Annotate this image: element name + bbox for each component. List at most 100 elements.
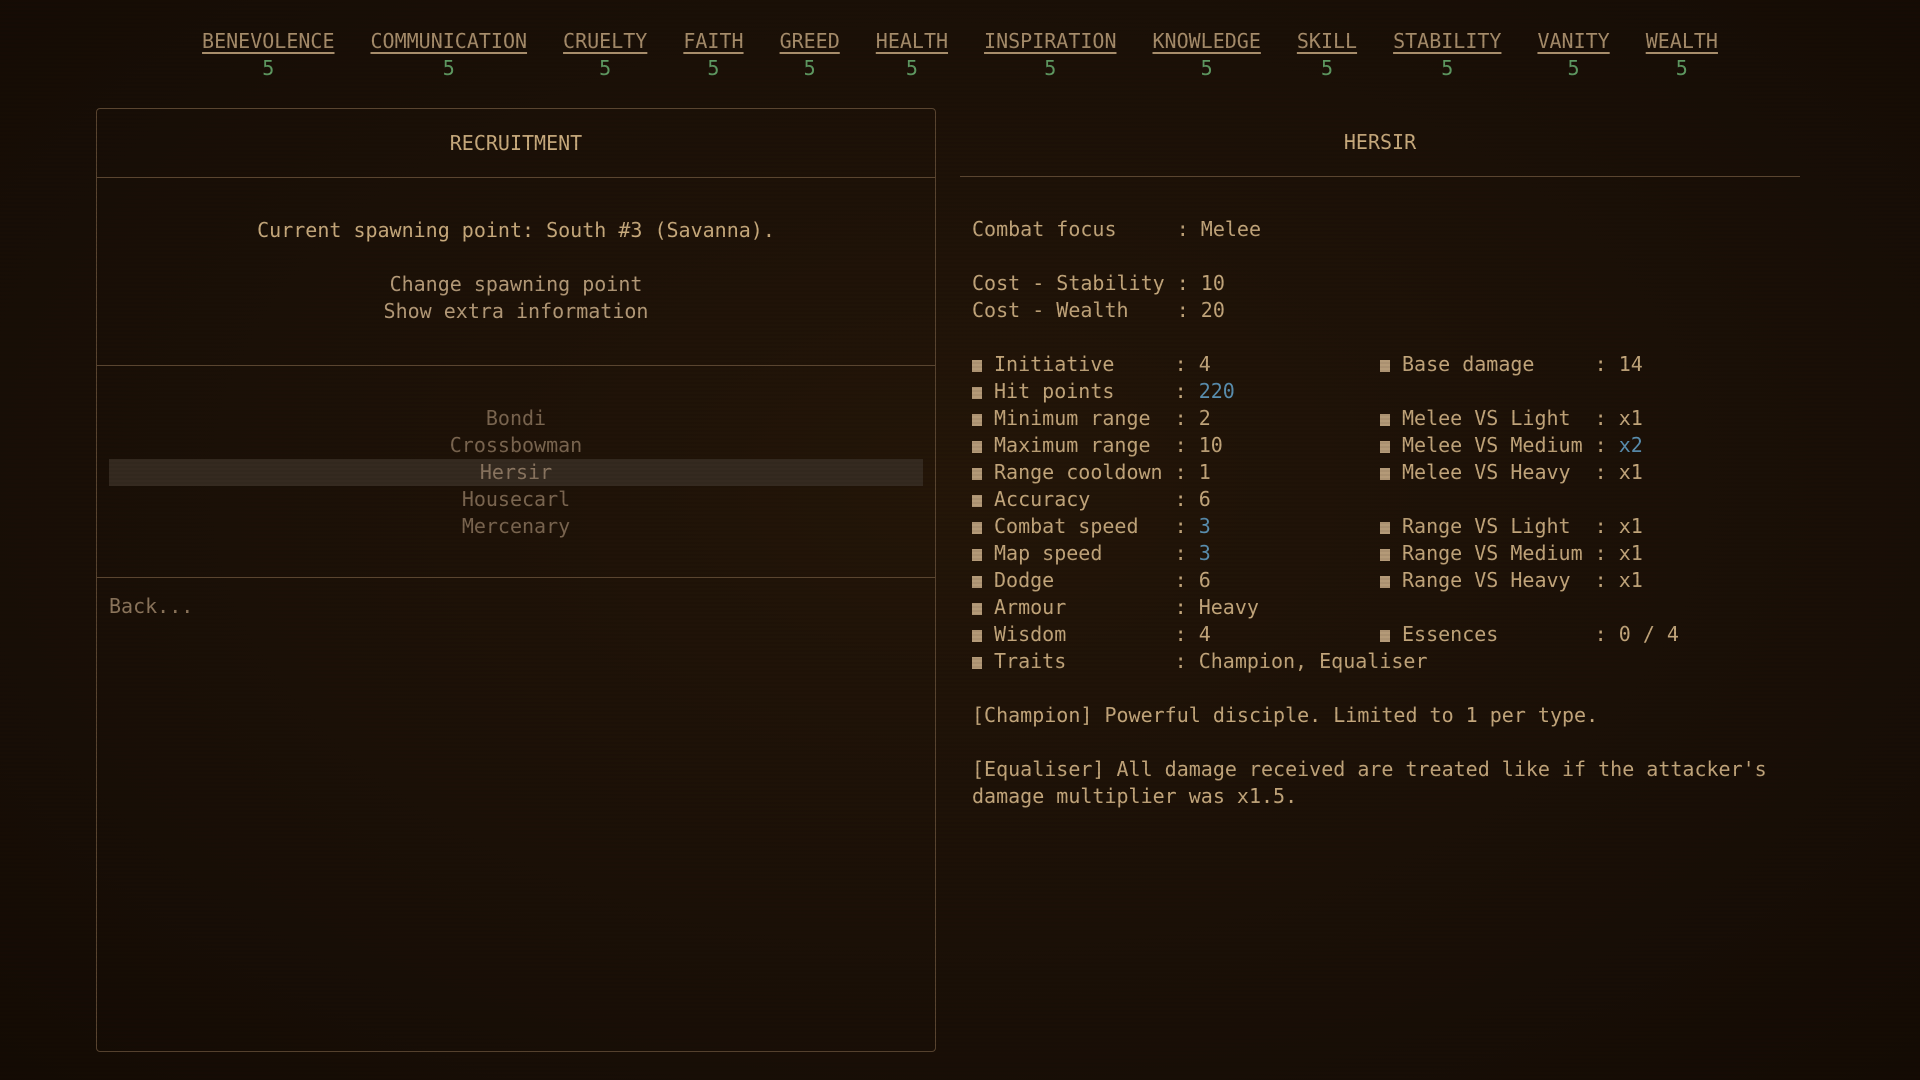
unit-detail-title: HERSIR: [960, 108, 1800, 177]
stat-left-7: Map speed : 3: [972, 540, 1211, 567]
stat-value: 5: [1044, 56, 1057, 80]
bullet-icon: [972, 657, 982, 669]
stat-faith[interactable]: FAITH 5: [683, 28, 743, 82]
stat-left-3: Maximum range : 10: [972, 432, 1223, 459]
recruitment-title: RECRUITMENT: [97, 109, 935, 178]
bullet-icon: [1380, 549, 1390, 561]
stat-label: Armour :: [994, 595, 1199, 619]
stat-left-8: Dodge : 6: [972, 567, 1211, 594]
bullet-icon: [972, 495, 982, 507]
stat-value: 5: [599, 56, 612, 80]
cost-stability-value: 10: [1200, 271, 1225, 295]
unit-item-housecarl[interactable]: Housecarl: [109, 486, 923, 513]
stat-value: 220: [1198, 379, 1235, 403]
stat-label: Accuracy :: [994, 487, 1199, 511]
show-extra-info-button[interactable]: Show extra information: [97, 298, 935, 325]
bullet-icon: [972, 387, 982, 399]
stat-left-9: Armour : Heavy: [972, 594, 1259, 621]
stat-right-1: Melee VS Light : x1: [1380, 405, 1643, 432]
recruitment-panel: RECRUITMENT Current spawning point: Sout…: [96, 108, 936, 1052]
bullet-icon: [1380, 576, 1390, 588]
stats-bar: BENEVOLENCE 5 COMMUNICATION 5 CRUELTY 5 FAITH 5…: [0, 28, 1920, 82]
cost-stability-row: Cost - Stability : 10: [972, 270, 1800, 297]
stat-label: Range VS Medium :: [1402, 541, 1619, 565]
stat-value: 5: [905, 56, 918, 80]
stat-value: 0 / 4: [1618, 622, 1679, 646]
stat-label: Range VS Light :: [1402, 514, 1619, 538]
stat-value: 3: [1198, 541, 1211, 565]
stat-value: x1: [1618, 541, 1643, 565]
bullet-icon: [1380, 360, 1390, 372]
bullet-icon: [972, 414, 982, 426]
stat-label: Base damage :: [1402, 352, 1619, 376]
combat-focus-label: Combat focus :: [972, 217, 1201, 241]
stat-value: 4: [1198, 622, 1211, 646]
bullet-icon: [972, 549, 982, 561]
unit-info: Combat focus : Melee Cost - Stability : …: [972, 216, 1800, 810]
stat-row: Accuracy : 6: [972, 486, 1800, 513]
stat-wealth[interactable]: WEALTH 5: [1646, 28, 1718, 82]
stat-label: Hit points :: [994, 379, 1199, 403]
stat-value: 5: [1675, 56, 1688, 80]
stat-knowledge[interactable]: KNOWLEDGE 5: [1152, 28, 1260, 82]
stat-label: Initiative :: [994, 352, 1199, 376]
stat-value: x1: [1618, 514, 1643, 538]
spawn-current-text: Current spawning point: South #3 (Savann…: [257, 218, 775, 242]
bullet-icon: [972, 603, 982, 615]
stat-benevolence[interactable]: BENEVOLENCE 5: [202, 28, 334, 82]
stat-value: 6: [1198, 568, 1211, 592]
bullet-icon: [972, 630, 982, 642]
stat-vanity[interactable]: VANITY 5: [1537, 28, 1609, 82]
stat-value: 5: [1320, 56, 1333, 80]
bullet-icon: [1380, 630, 1390, 642]
stat-row: Maximum range : 10 Melee VS Medium : x2: [972, 432, 1800, 459]
unit-list: Bondi Crossbowman Hersir Housecarl Mercenary: [97, 365, 935, 578]
unit-detail-panel: HERSIR Combat focus : Melee Cost - Stabi…: [960, 108, 1800, 1052]
stat-left-10: Wisdom : 4: [972, 621, 1211, 648]
stat-right-6: Range VS Heavy : x1: [1380, 567, 1643, 594]
stat-skill[interactable]: SKILL 5: [1297, 28, 1357, 82]
stat-row: Map speed : 3 Range VS Medium : x1: [972, 540, 1800, 567]
bullet-icon: [972, 360, 982, 372]
bullet-icon: [972, 441, 982, 453]
stat-left-4: Range cooldown : 1: [972, 459, 1211, 486]
combat-focus-row: Combat focus : Melee: [972, 216, 1800, 243]
unit-item-hersir[interactable]: Hersir: [109, 459, 923, 486]
stat-value: 5: [803, 56, 816, 80]
stat-name: COMMUNICATION: [370, 29, 528, 53]
bullet-icon: [1380, 522, 1390, 534]
change-spawn-button[interactable]: Change spawning point: [97, 271, 935, 298]
stat-label: Range cooldown :: [994, 460, 1199, 484]
stat-left-0: Initiative : 4: [972, 351, 1211, 378]
cost-wealth-label: Cost - Wealth :: [972, 298, 1201, 322]
spawn-section: Current spawning point: South #3 (Savann…: [97, 177, 935, 366]
cost-wealth-value: 20: [1200, 298, 1225, 322]
stat-right-4: Range VS Light : x1: [1380, 513, 1643, 540]
unit-item-mercenary[interactable]: Mercenary: [109, 513, 923, 540]
stat-health[interactable]: HEALTH 5: [876, 28, 948, 82]
stat-value: 5: [442, 56, 455, 80]
stat-row: Minimum range : 2 Melee VS Light : x1: [972, 405, 1800, 432]
stat-value: 2: [1198, 406, 1211, 430]
stat-name: BENEVOLENCE: [202, 29, 335, 53]
stat-greed[interactable]: GREED 5: [780, 28, 840, 82]
stat-communication[interactable]: COMMUNICATION 5: [371, 28, 528, 82]
cost-stability-label: Cost - Stability :: [972, 271, 1201, 295]
bullet-icon: [972, 522, 982, 534]
unit-item-bondi[interactable]: Bondi: [109, 405, 923, 432]
stat-name: STABILITY: [1393, 29, 1502, 53]
stat-left-2: Minimum range : 2: [972, 405, 1211, 432]
stat-label: Wisdom :: [994, 622, 1199, 646]
stat-value: 10: [1198, 433, 1223, 457]
stat-value: 5: [1567, 56, 1580, 80]
stat-row: Range cooldown : 1 Melee VS Heavy : x1: [972, 459, 1800, 486]
stat-label: Dodge :: [994, 568, 1199, 592]
stat-stability[interactable]: STABILITY 5: [1393, 28, 1501, 82]
stat-label: Traits :: [994, 649, 1199, 673]
back-button[interactable]: Back...: [109, 593, 193, 620]
unit-item-crossbowman[interactable]: Crossbowman: [109, 432, 923, 459]
stat-name: INSPIRATION: [984, 29, 1117, 53]
trait-equaliser-text: [Equaliser] All damage received are trea…: [972, 757, 1767, 808]
stat-inspiration[interactable]: INSPIRATION 5: [984, 28, 1116, 82]
stat-cruelty[interactable]: CRUELTY 5: [563, 28, 647, 82]
